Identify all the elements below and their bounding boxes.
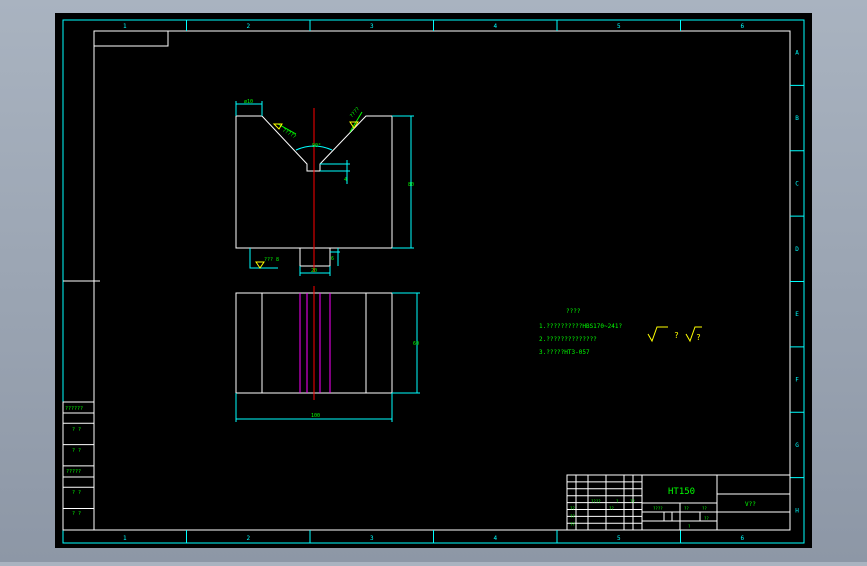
note-line-1: 1.??????????HBS170~241? <box>539 323 622 330</box>
zone-label-right: D <box>795 246 799 253</box>
zone-label-top: 2 <box>246 23 250 30</box>
total-height-dim: 80 <box>408 182 414 188</box>
zone-label-bottom: 6 <box>740 535 744 542</box>
material-label: HT150 <box>668 487 695 497</box>
top-left-width-dim: ø10 <box>244 99 253 105</box>
zone-label-bottom: 1 <box>123 535 127 542</box>
zone-label-right: F <box>795 377 799 384</box>
tb-cell-8: ?? <box>684 506 689 511</box>
left-strip-cell-0: ?????? <box>65 406 83 412</box>
zone-label-bottom: 3 <box>370 535 374 542</box>
zone-label-right: C <box>795 180 799 187</box>
zone-label-right: H <box>795 507 799 514</box>
drawing-canvas[interactable]: 1 2 3 4 5 61 2 3 4 5 6ABCDEFGH 90° ø10 ????? ???? … <box>0 0 867 562</box>
bottom-slot-width-dim: 20 <box>311 268 317 274</box>
zone-label-top: 6 <box>740 23 744 30</box>
tb-cell-10: ?? <box>704 516 709 521</box>
roughness-label-1: ? <box>674 331 679 340</box>
notes-title: ???? <box>566 308 581 315</box>
tb-cell-0: ?? <box>570 506 575 511</box>
zone-label-bottom: 2 <box>246 535 250 542</box>
left-strip-cell-3: ????? <box>66 469 81 475</box>
left-strip-cell-5: ? ? <box>72 511 81 517</box>
zone-label-top: 1 <box>123 23 127 30</box>
note-line-2: 2.?????????????? <box>539 336 597 343</box>
tb-cell-9: ?? <box>702 506 707 511</box>
tb-cell-3: ?? <box>609 506 614 511</box>
roughness-label-2: ? <box>696 333 701 342</box>
zone-label-right: B <box>795 115 799 122</box>
cad-drawing-viewport[interactable]: 123456123456ABCDEFGH 90° ø10 ????? ???? … <box>0 0 867 562</box>
zone-label-top: 5 <box>617 23 621 30</box>
tb-cell-6: ?? <box>570 522 575 527</box>
drawing-name: V?? <box>745 501 756 508</box>
side-view-height-dim: 60 <box>413 341 419 347</box>
tb-cell-7: ???? <box>653 506 663 511</box>
zone-label-bottom: 4 <box>493 535 497 542</box>
bottom-left-note: ??? 8 <box>264 257 279 263</box>
zone-label-right: A <box>795 50 799 57</box>
zone-label-top: 4 <box>493 23 497 30</box>
left-strip-cell-2: ? ? <box>72 448 81 454</box>
slot-depth-dim: 4 <box>344 177 347 183</box>
zone-label-bottom: 5 <box>617 535 621 542</box>
tb-cell-1: ?? <box>570 514 575 519</box>
tb-cell-2: ???? <box>591 499 601 504</box>
bottom-slot-depth-dim: 6 <box>331 256 334 262</box>
tb-cell-5: ?? <box>630 499 635 504</box>
drawing-sheet <box>55 13 812 548</box>
zone-label-right: E <box>795 311 799 318</box>
zone-label-right: G <box>795 442 799 449</box>
zone-label-top: 3 <box>370 23 374 30</box>
side-view-width-dim: 100 <box>311 413 320 419</box>
left-strip-cell-4: ? ? <box>72 490 81 496</box>
v-angle-dim: 90° <box>312 143 321 149</box>
note-line-3: 3.?????HT3-057 <box>539 349 590 356</box>
left-strip-cell-1: ? ? <box>72 427 81 433</box>
